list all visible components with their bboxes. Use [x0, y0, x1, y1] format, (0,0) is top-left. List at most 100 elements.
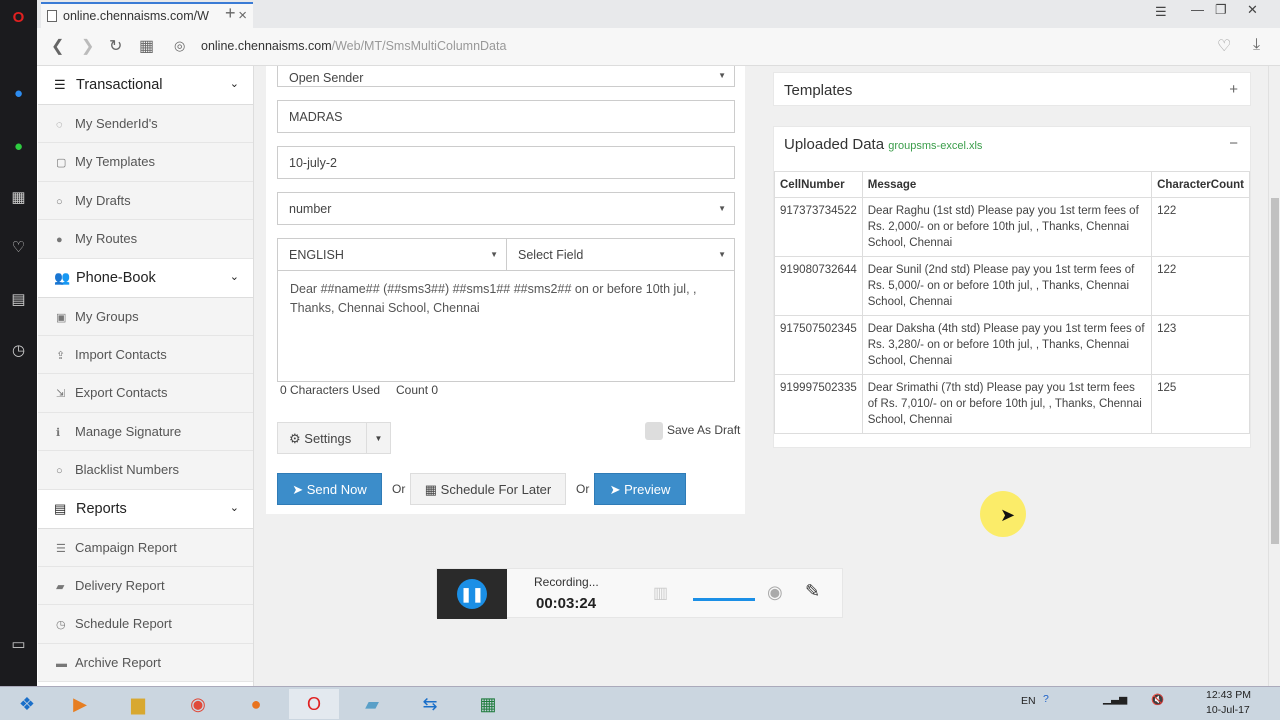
- media-player-icon[interactable]: ▶: [55, 689, 105, 719]
- pen-icon[interactable]: ✎: [805, 581, 820, 602]
- new-tab-icon[interactable]: +: [225, 3, 236, 24]
- page-scrollbar[interactable]: [1268, 66, 1280, 686]
- tab-close-icon[interactable]: ×: [238, 7, 247, 24]
- nav-item-export[interactable]: ⇲ Export Contacts: [38, 374, 253, 413]
- preview-button[interactable]: ➤ Preview: [594, 473, 686, 505]
- sender-select[interactable]: Open Sender ▼: [277, 66, 735, 87]
- browser-tab[interactable]: online.chennaisms.com/W ×: [41, 2, 253, 28]
- tabs-grid-icon[interactable]: ▦: [139, 36, 154, 56]
- expand-plus-icon[interactable]: +: [1229, 81, 1238, 98]
- madras-field[interactable]: MADRAS: [277, 100, 735, 133]
- news-icon[interactable]: ▤: [9, 290, 28, 309]
- maximize-icon[interactable]: ❐: [1215, 2, 1227, 18]
- history-icon[interactable]: ◷: [9, 341, 28, 360]
- webcam-icon[interactable]: ◉: [767, 582, 783, 603]
- sidebar-toggle-icon[interactable]: ▭: [9, 635, 28, 654]
- language-select[interactable]: ENGLISH ▼: [277, 238, 507, 271]
- clock-time[interactable]: 12:43 PM: [1206, 689, 1251, 701]
- settings-label: Settings: [304, 431, 352, 446]
- app-icon[interactable]: ▰: [347, 689, 397, 719]
- nav-item-campaign[interactable]: ☰ Campaign Report: [38, 528, 253, 567]
- save-draft-checkbox[interactable]: [645, 422, 663, 440]
- or-text: Or: [576, 482, 590, 496]
- forward-icon[interactable]: ❯: [81, 36, 94, 56]
- url-field[interactable]: online.chennaisms.com/Web/MT/SmsMultiCol…: [201, 39, 506, 53]
- settings-button[interactable]: ⚙ Settings: [277, 422, 367, 454]
- cell-number: 919997502335: [774, 374, 863, 434]
- opera-logo-icon[interactable]: O: [9, 8, 28, 27]
- menu-icon: ☰: [54, 77, 66, 92]
- nav-item-senderids[interactable]: ◌ My SenderId's: [38, 105, 253, 144]
- address-bar: ❮ ❯ ↻ ▦ ◎ online.chennaisms.com/Web/MT/S…: [37, 28, 1280, 66]
- pause-icon: ❚❚: [457, 579, 487, 609]
- pause-button[interactable]: ❚❚: [437, 569, 507, 619]
- campaign-name-field[interactable]: 10-july-2: [277, 146, 735, 179]
- nav-section-phonebook[interactable]: 👥 Phone-Book ⌄: [38, 259, 253, 298]
- heart-icon[interactable]: ♡: [9, 238, 28, 257]
- volume-icon[interactable]: 🔇: [1151, 693, 1164, 706]
- calendar-icon: ▦: [424, 482, 438, 497]
- firefox-icon[interactable]: ●: [231, 689, 281, 719]
- nav-item-routes[interactable]: ● My Routes: [38, 220, 253, 259]
- download-icon[interactable]: ⤓: [1253, 36, 1260, 54]
- nav-item-import[interactable]: ⇪ Import Contacts: [38, 335, 253, 375]
- or-text: Or: [392, 482, 406, 496]
- nav-item-signature[interactable]: ℹ Manage Signature: [38, 412, 253, 452]
- message-count: Count 0: [396, 383, 439, 397]
- nav-item-archive[interactable]: ▬ Archive Report: [38, 643, 253, 683]
- minimize-icon[interactable]: —: [1191, 2, 1204, 17]
- clock-icon: ◷: [56, 619, 66, 632]
- nav-item-drafts[interactable]: ○ My Drafts: [38, 181, 253, 221]
- collapse-minus-icon[interactable]: −: [1229, 135, 1238, 152]
- bookmark-heart-icon[interactable]: ♡: [1217, 36, 1231, 56]
- speed-dial-icon[interactable]: ▦: [9, 188, 28, 207]
- messenger-icon[interactable]: ●: [9, 84, 28, 103]
- reload-icon[interactable]: ↻: [109, 36, 122, 56]
- select-field-dropdown[interactable]: Select Field ▼: [506, 238, 735, 271]
- nav-item-groups[interactable]: ▣ My Groups: [38, 297, 253, 336]
- number-column-select[interactable]: number ▼: [277, 192, 735, 225]
- nav-item-label: My Templates: [75, 154, 155, 170]
- templates-panel[interactable]: Templates +: [773, 72, 1251, 106]
- table-row: 919080732644 Dear Sunil (2nd std) Please …: [774, 256, 1250, 316]
- nav-item-delivery[interactable]: ▰ Delivery Report: [38, 566, 253, 606]
- nav-section-label: Reports: [76, 500, 127, 517]
- cell-number: 917507502345: [774, 315, 863, 375]
- send-now-label: Send Now: [306, 482, 367, 497]
- nav-item-templates[interactable]: ▢ My Templates: [38, 143, 253, 182]
- clock-date[interactable]: 10-Jul-17: [1206, 704, 1250, 716]
- nav-item-label: My Groups: [75, 308, 139, 324]
- start-button-icon[interactable]: ❖: [2, 689, 52, 719]
- characters-used: 0 Characters Used: [280, 383, 381, 397]
- nav-item-label: Import Contacts: [75, 346, 167, 362]
- scrollbar-thumb[interactable]: [1271, 198, 1279, 544]
- nav-section-transactional[interactable]: ☰ Transactional ⌄: [38, 66, 253, 105]
- users-icon: 👥: [54, 269, 71, 285]
- chrome-icon[interactable]: ◉: [173, 689, 223, 719]
- help-icon[interactable]: ?: [1043, 693, 1049, 705]
- nav-section-reports[interactable]: ▤ Reports ⌄: [38, 490, 253, 529]
- volume-slider[interactable]: [693, 598, 755, 601]
- file-explorer-icon[interactable]: ▆: [113, 689, 163, 719]
- whatsapp-icon[interactable]: ●: [9, 137, 28, 156]
- opera-taskbar-icon[interactable]: O: [289, 689, 339, 719]
- header-cellnumber: CellNumber: [774, 171, 863, 198]
- close-window-icon[interactable]: ✕: [1247, 2, 1258, 18]
- teamviewer-icon[interactable]: ⇆: [405, 689, 455, 719]
- schedule-later-button[interactable]: ▦ Schedule For Later: [410, 473, 566, 505]
- nav-section-label: Phone-Book: [76, 269, 156, 286]
- cursor-arrow-icon: ➤: [1000, 505, 1016, 525]
- recording-status: Recording...: [534, 575, 599, 589]
- nav-item-blacklist[interactable]: ○ Blacklist Numbers: [38, 451, 253, 490]
- tab-menu-icon[interactable]: ☰: [1155, 4, 1167, 20]
- nav-item-label: My Routes: [75, 231, 138, 247]
- settings-dropdown-button[interactable]: ▼: [366, 422, 391, 454]
- network-icon[interactable]: ▁▃▅: [1103, 693, 1127, 705]
- back-icon[interactable]: ❮: [51, 36, 64, 56]
- send-now-button[interactable]: ➤ Send Now: [277, 473, 382, 505]
- nav-item-schedule[interactable]: ◷ Schedule Report: [38, 605, 253, 644]
- excel-icon[interactable]: ▦: [463, 689, 513, 719]
- language-indicator[interactable]: EN: [1021, 695, 1036, 707]
- preview-label: Preview: [624, 482, 671, 497]
- message-textarea[interactable]: Dear ##name## (##sms3##) ##sms1## ##sms2…: [277, 270, 735, 382]
